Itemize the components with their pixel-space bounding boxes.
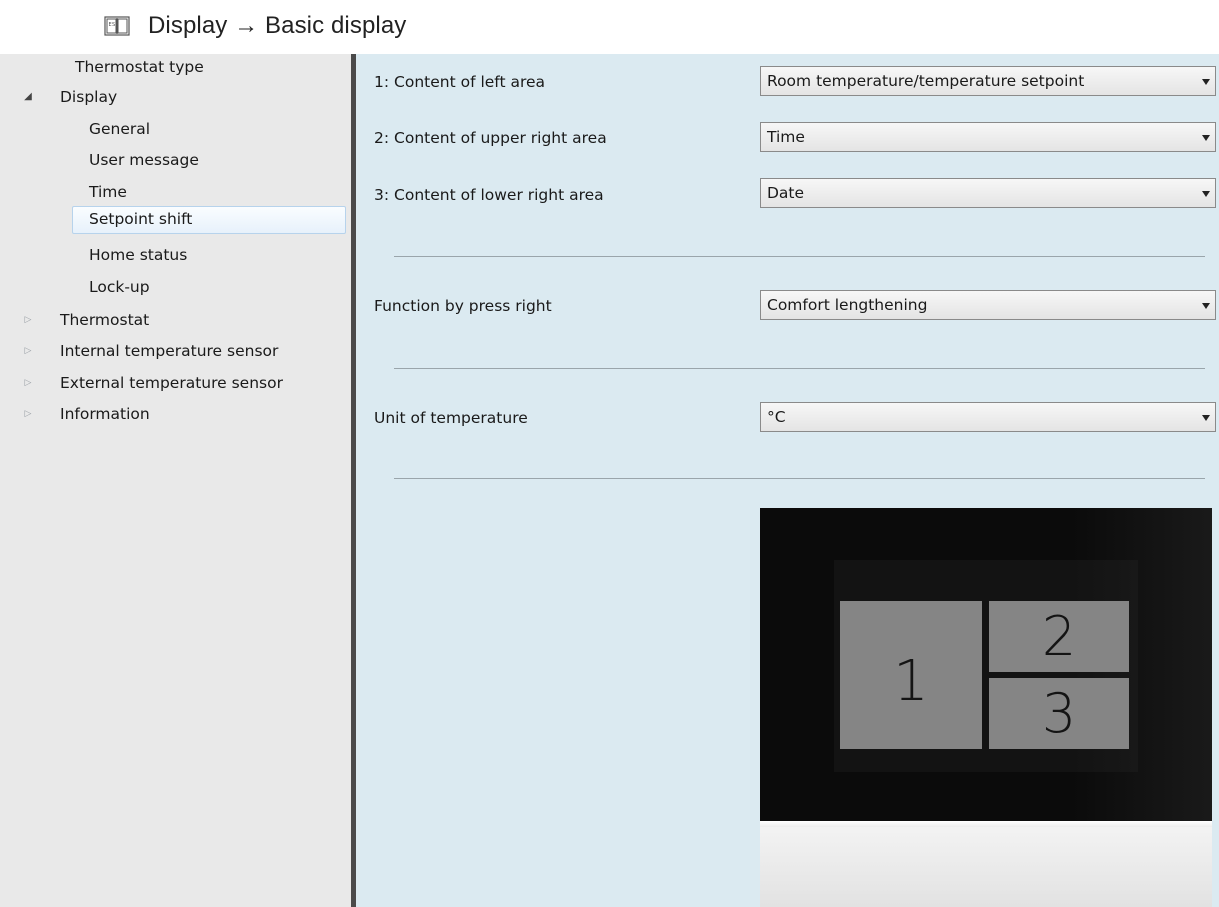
separator: [394, 368, 1205, 369]
tree-item-home-status[interactable]: Home status: [89, 242, 187, 268]
display-area-3: 3: [989, 678, 1129, 749]
page-title: Display → Basic display: [148, 12, 407, 39]
chevron-down-icon: [1202, 135, 1210, 141]
display-area-1: 1: [840, 601, 982, 749]
function-by-press-right-dropdown[interactable]: Comfort lengthening: [760, 290, 1216, 320]
device-base: [760, 821, 1212, 907]
tree-item-external-temperature-sensor[interactable]: ▷ External temperature sensor: [0, 370, 351, 396]
collapsed-arrow-icon[interactable]: ▷: [22, 307, 34, 333]
param-label-function-by-press-right: Function by press right: [374, 297, 552, 315]
dropdown-value: Time: [767, 128, 805, 146]
tree-item-label: Setpoint shift: [89, 210, 193, 228]
tree-item-label: General: [89, 120, 151, 138]
tree-item-label: Internal temperature sensor: [60, 342, 279, 360]
book-icon: E S: [104, 14, 130, 38]
tree-item-internal-temperature-sensor[interactable]: ▷ Internal temperature sensor: [0, 338, 351, 364]
sidebar-tree: Thermostat type ◢ Display General User m…: [0, 54, 351, 907]
tree-item-general[interactable]: General: [89, 116, 150, 142]
param-label-lower-right-area: 3: Content of lower right area: [374, 186, 604, 204]
tree-item-lock-up[interactable]: Lock-up: [89, 274, 150, 300]
collapsed-arrow-icon[interactable]: ▷: [22, 370, 34, 396]
tree-item-information[interactable]: ▷ Information: [0, 401, 351, 427]
display-area-2: 2: [989, 601, 1129, 672]
tree-item-label: Thermostat type: [75, 58, 204, 76]
device-display-bezel: [760, 508, 1212, 821]
chevron-down-icon: [1202, 415, 1210, 421]
page-heading: E S Display → Basic display: [104, 6, 406, 46]
tree-item-thermostat-type[interactable]: Thermostat type: [75, 54, 204, 80]
separator: [394, 478, 1205, 479]
tree-item-label: Information: [60, 405, 150, 423]
tree-item-display[interactable]: ◢ Display: [0, 84, 351, 110]
dropdown-value: Date: [767, 184, 805, 202]
chevron-down-icon: [1202, 303, 1210, 309]
tree-item-label: Thermostat: [60, 311, 150, 329]
device-preview-image: [760, 508, 1212, 907]
tree-item-label: User message: [89, 151, 199, 169]
tree-item-label: Lock-up: [89, 278, 150, 296]
left-area-dropdown[interactable]: Room temperature/temperature setpoint: [760, 66, 1216, 96]
device-base-edge: [760, 821, 1212, 827]
chevron-down-icon: [1202, 79, 1210, 85]
collapsed-arrow-icon[interactable]: ▷: [22, 338, 34, 364]
tree-item-user-message[interactable]: User message: [89, 147, 199, 173]
param-label-left-area: 1: Content of left area: [374, 73, 546, 91]
collapsed-arrow-icon[interactable]: ▷: [22, 401, 34, 427]
dropdown-value: °C: [767, 408, 786, 426]
dropdown-value: Room temperature/temperature setpoint: [767, 72, 1085, 90]
tree-item-label: External temperature sensor: [60, 374, 283, 392]
separator: [394, 256, 1205, 257]
param-label-upper-right-area: 2: Content of upper right area: [374, 129, 607, 147]
upper-right-area-dropdown[interactable]: Time: [760, 122, 1216, 152]
svg-text:S: S: [112, 22, 115, 28]
tree-item-time[interactable]: Time: [89, 179, 127, 205]
tree-item-setpoint-shift[interactable]: Setpoint shift: [72, 206, 346, 234]
tree-item-label: Time: [89, 183, 127, 201]
chevron-down-icon: [1202, 191, 1210, 197]
tree-item-thermostat[interactable]: ▷ Thermostat: [0, 307, 351, 333]
lower-right-area-dropdown[interactable]: Date: [760, 178, 1216, 208]
expanded-arrow-icon[interactable]: ◢: [22, 84, 34, 110]
parameter-panel: 1: Content of left area Room temperature…: [356, 54, 1219, 907]
tree-item-label: Display: [60, 88, 118, 106]
unit-of-temperature-dropdown[interactable]: °C: [760, 402, 1216, 432]
param-label-unit-of-temperature: Unit of temperature: [374, 409, 528, 427]
dropdown-value: Comfort lengthening: [767, 296, 928, 314]
tree-item-label: Home status: [89, 246, 188, 264]
